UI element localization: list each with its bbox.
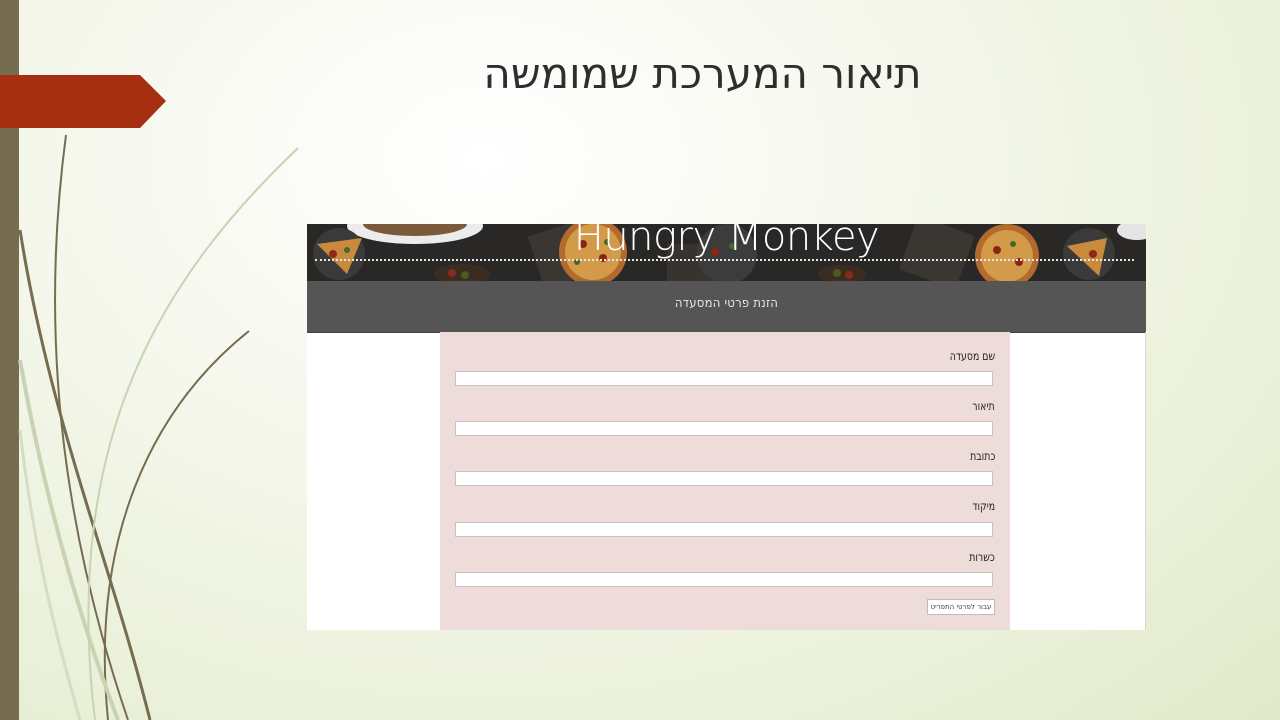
continue-to-menu-button[interactable]: עבור לפרטי התפריט <box>927 599 995 615</box>
brand-title: Hungry Monkey <box>573 224 880 260</box>
field-label-restaurant-name: שם מסעדה <box>949 349 995 363</box>
field-label-description: תיאור <box>972 399 995 413</box>
description-input[interactable] <box>455 421 993 436</box>
address-input[interactable] <box>455 471 993 486</box>
restaurant-name-input[interactable] <box>455 371 993 386</box>
kashrut-input[interactable] <box>455 572 993 587</box>
site-banner: Hungry Monkey <box>307 224 1146 281</box>
zip-input[interactable] <box>455 522 993 537</box>
page-header-strip: הזנת פרטי המסעדה <box>307 281 1146 333</box>
page-header-title: הזנת פרטי המסעדה <box>674 296 779 311</box>
field-label-address: כתובת <box>969 449 995 463</box>
app-screenshot: Hungry Monkey הזנת פרטי המסעדה שם מסעדה … <box>307 224 1146 630</box>
title-arrow-tab <box>0 75 166 128</box>
screenshot-right-edge <box>1145 332 1146 630</box>
field-label-kashrut: כשרות <box>969 550 995 564</box>
restaurant-details-form: שם מסעדה תיאור כתובת מיקוד כשרות עבור לפ… <box>440 332 1010 630</box>
field-label-zip: מיקוד <box>972 499 995 513</box>
slide-title: תיאור המערכת שמומשה <box>483 49 922 98</box>
